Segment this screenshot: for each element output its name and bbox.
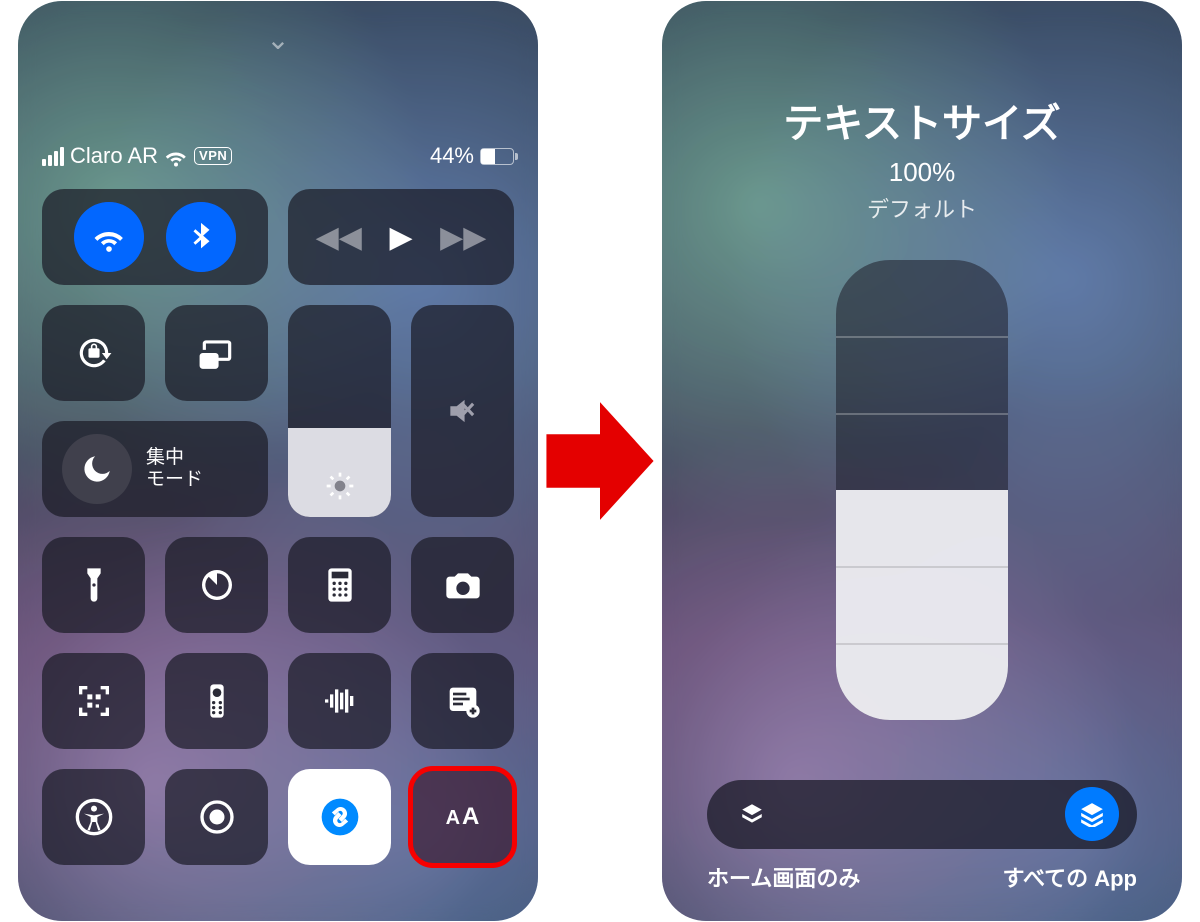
accessibility-button[interactable] xyxy=(42,769,145,865)
timer-button[interactable] xyxy=(165,537,268,633)
text-size-slider[interactable] xyxy=(836,260,1008,720)
focus-label: 集中 モード xyxy=(146,447,203,491)
wifi-icon xyxy=(92,220,126,254)
volume-slider[interactable] xyxy=(411,305,514,517)
moon-icon xyxy=(80,452,114,486)
flashlight-button[interactable] xyxy=(42,537,145,633)
bluetooth-toggle[interactable] xyxy=(166,202,236,272)
apple-tv-remote-button[interactable] xyxy=(165,653,268,749)
shazam-button[interactable] xyxy=(288,769,391,865)
scope-labels: ホーム画面のみ すべての App xyxy=(707,861,1137,893)
camera-button[interactable] xyxy=(411,537,514,633)
carrier-label: Claro AR xyxy=(70,143,158,169)
arrow-indicator xyxy=(545,386,655,536)
accessibility-icon xyxy=(74,797,114,837)
screen-mirroring-icon xyxy=(198,334,236,372)
shazam-icon xyxy=(320,797,360,837)
calculator-icon xyxy=(320,565,360,605)
text-size-icon: AA xyxy=(446,803,480,831)
play-icon[interactable]: ▶ xyxy=(389,220,412,255)
qr-scanner-button[interactable] xyxy=(42,653,145,749)
cellular-signal-icon xyxy=(42,147,64,166)
voice-memo-icon xyxy=(320,681,360,721)
wifi-toggle[interactable] xyxy=(74,202,144,272)
battery-percent: 44% xyxy=(430,143,474,169)
screen-record-icon xyxy=(197,797,237,837)
rotation-lock-button[interactable] xyxy=(42,305,145,401)
screen-mirroring-button[interactable] xyxy=(165,305,268,401)
layers-icon xyxy=(739,801,765,827)
timer-icon xyxy=(197,565,237,605)
focus-mode-button[interactable]: 集中 モード xyxy=(42,421,268,517)
mute-icon xyxy=(444,392,482,430)
home-only-option[interactable] xyxy=(725,787,779,841)
bluetooth-icon xyxy=(184,220,218,254)
flashlight-icon xyxy=(74,565,114,605)
battery-icon xyxy=(480,148,514,165)
all-apps-label: すべての App xyxy=(1003,861,1137,893)
qr-code-icon xyxy=(74,681,114,721)
control-center-screen: ⌄ Claro AR VPN 44% xyxy=(18,1,538,921)
apple-tv-remote-icon xyxy=(197,681,237,721)
voice-memo-button[interactable] xyxy=(288,653,391,749)
status-bar: Claro AR VPN 44% xyxy=(42,143,514,169)
wifi-status-icon xyxy=(164,144,188,168)
connectivity-module[interactable] xyxy=(42,189,268,285)
brightness-slider[interactable] xyxy=(288,305,391,517)
text-size-default-label: デフォルト xyxy=(867,192,977,224)
text-size-value: 100% xyxy=(889,157,956,188)
text-size-button[interactable]: AA xyxy=(411,769,514,865)
arrow-right-icon xyxy=(545,386,655,536)
quick-note-button[interactable] xyxy=(411,653,514,749)
forward-icon[interactable]: ▶▶ xyxy=(440,220,486,255)
camera-icon xyxy=(443,565,483,605)
text-size-title: テキストサイズ xyxy=(783,91,1061,149)
rewind-icon[interactable]: ◀◀ xyxy=(316,220,362,255)
media-controls[interactable]: ◀◀ ▶ ▶▶ xyxy=(288,189,514,285)
vpn-badge: VPN xyxy=(194,147,232,165)
quick-note-icon xyxy=(443,681,483,721)
all-apps-option[interactable] xyxy=(1065,787,1119,841)
home-only-label: ホーム画面のみ xyxy=(707,861,860,893)
scope-toggle[interactable] xyxy=(707,780,1137,849)
screen-record-button[interactable] xyxy=(165,769,268,865)
chevron-down-icon[interactable]: ⌄ xyxy=(42,23,514,51)
sun-icon xyxy=(324,467,356,505)
layers-filled-icon xyxy=(1079,801,1105,827)
rotation-lock-icon xyxy=(75,334,113,372)
calculator-button[interactable] xyxy=(288,537,391,633)
text-size-screen: テキストサイズ 100% デフォルト xyxy=(662,1,1182,921)
